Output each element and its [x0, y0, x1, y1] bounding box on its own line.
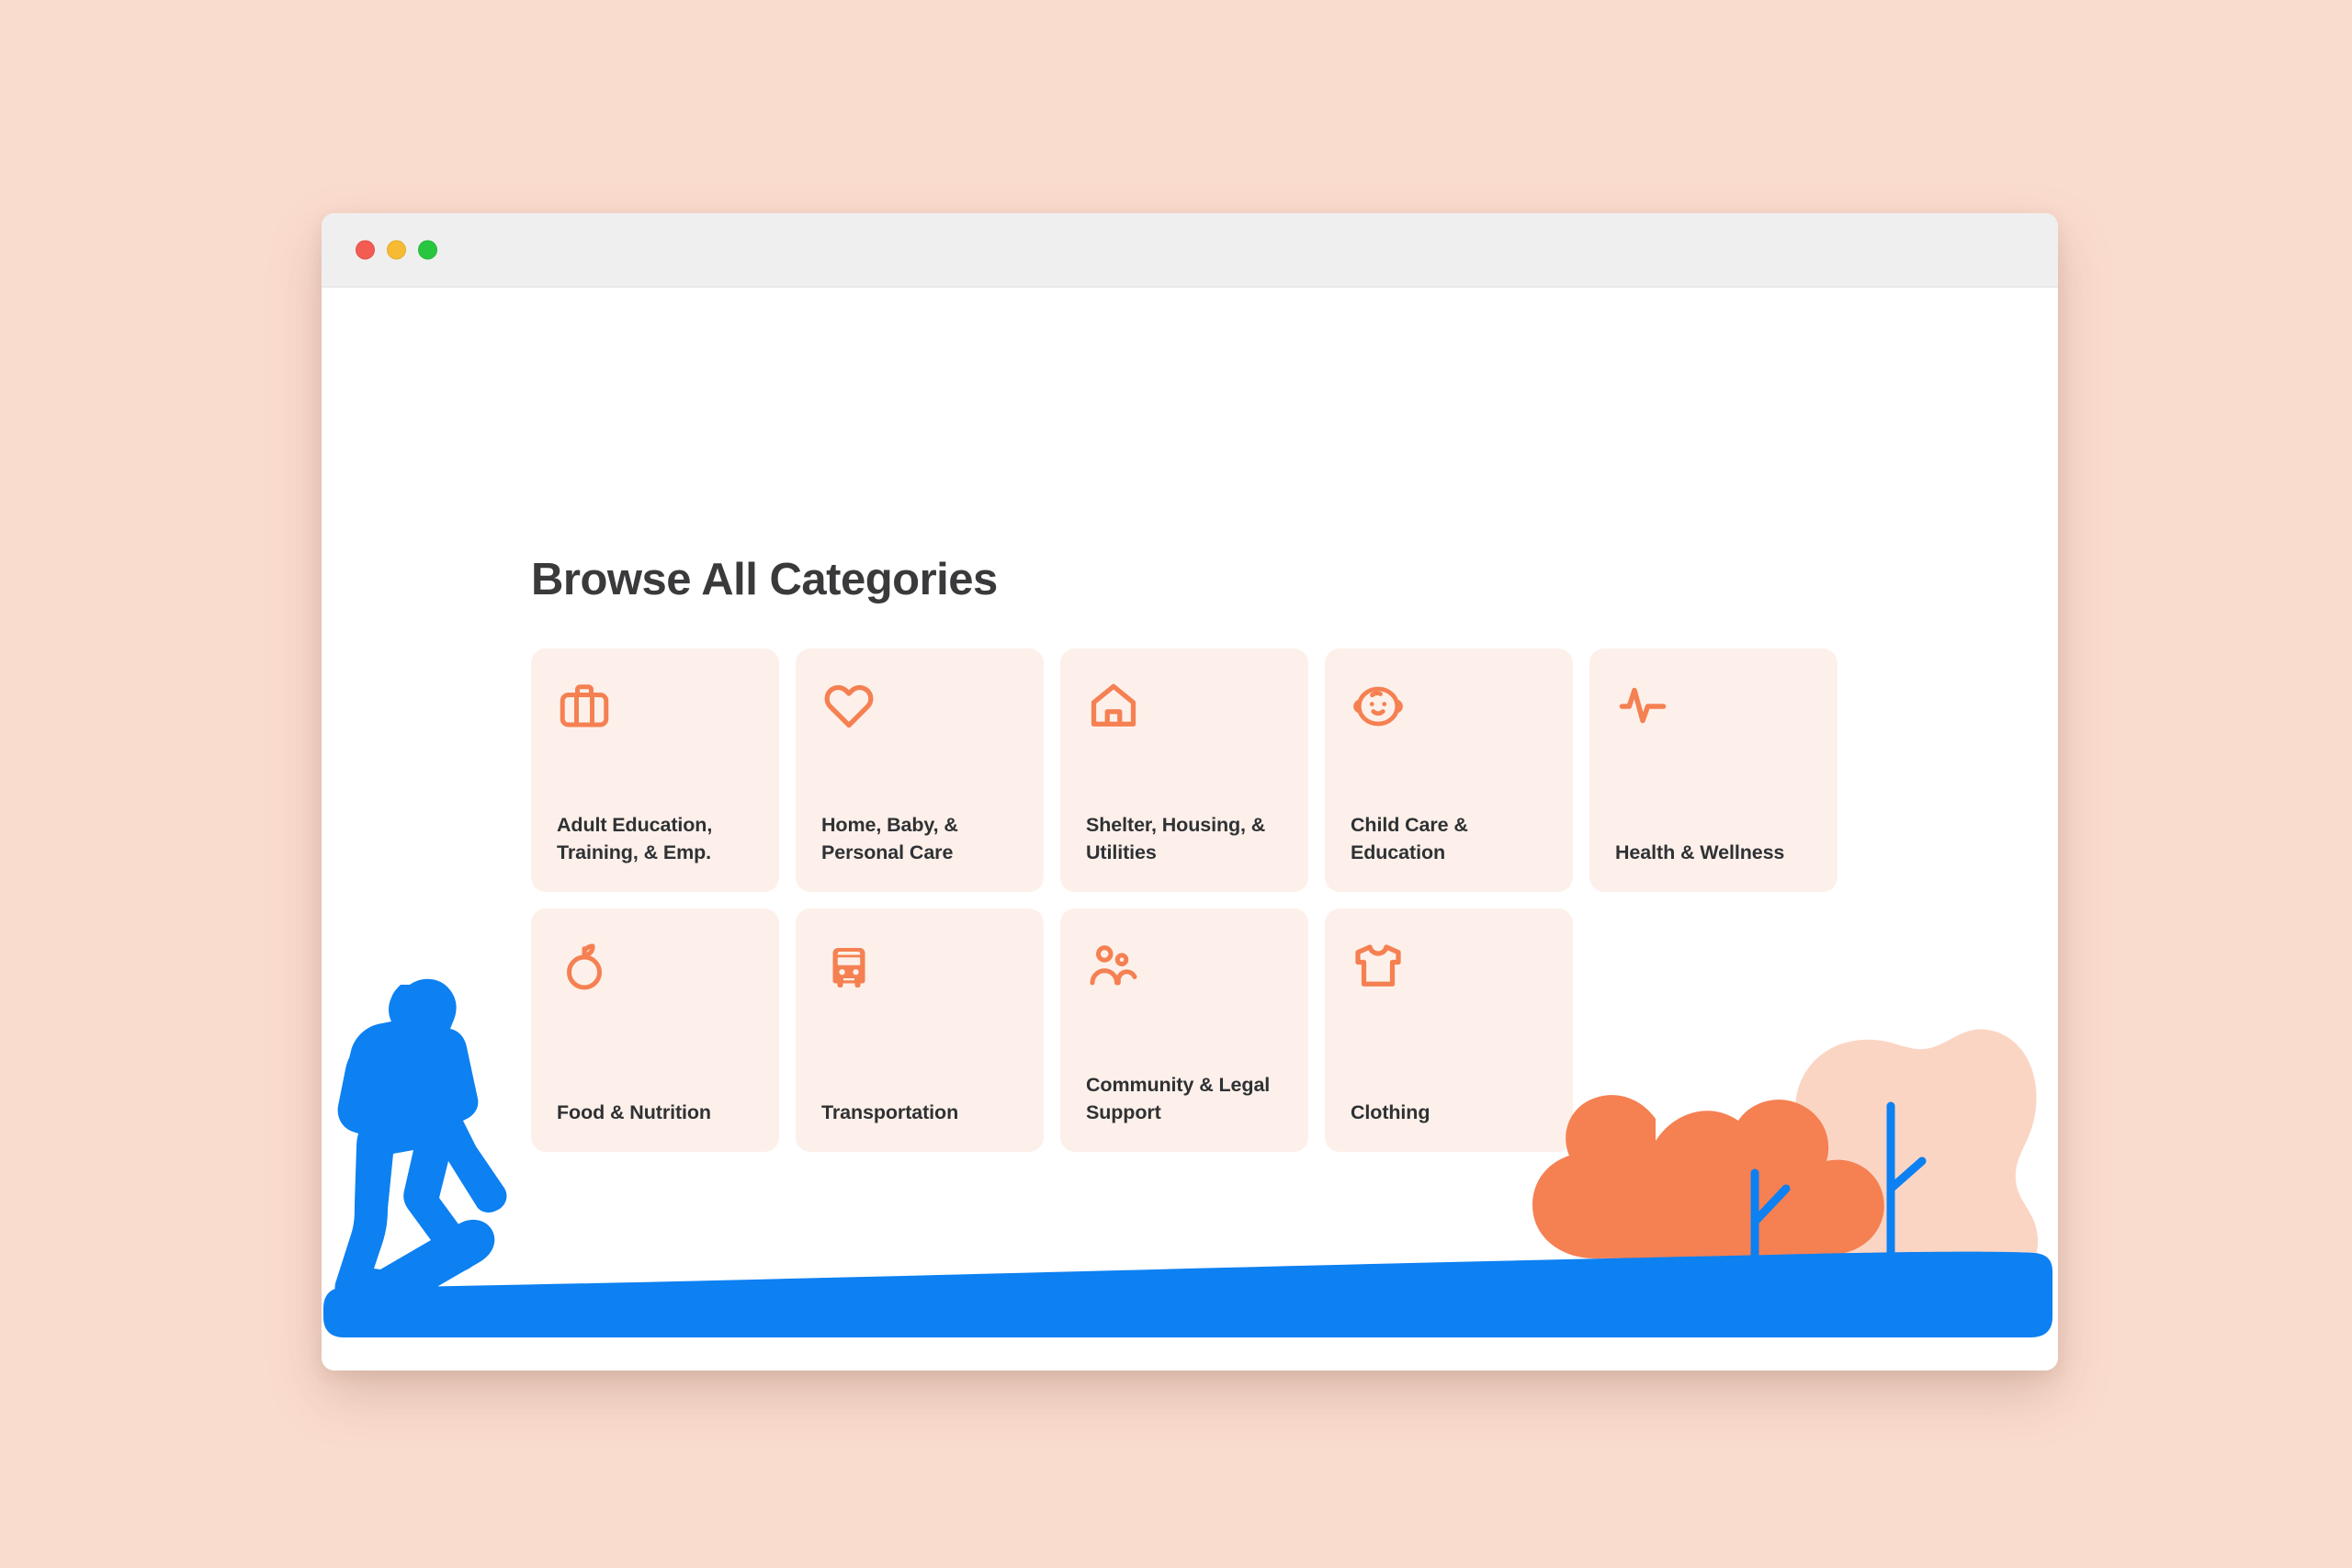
category-label: Community & Legal Support — [1086, 1073, 1271, 1123]
people-icon — [1086, 938, 1143, 995]
window-content: Browse All Categories Adult Education, T… — [322, 288, 2058, 1371]
category-card-community-legal-support[interactable]: Community & Legal Support — [1060, 908, 1308, 1152]
page-background: Browse All Categories Adult Education, T… — [0, 0, 2352, 1568]
category-grid: Adult Education, Training, & Emp. Home, … — [531, 649, 1845, 1152]
category-card-child-care-education[interactable]: Child Care & Education — [1325, 649, 1573, 892]
window-controls — [356, 240, 437, 260]
category-card-adult-education[interactable]: Adult Education, Training, & Emp. — [531, 649, 779, 892]
minimize-window-button[interactable] — [387, 240, 406, 260]
maximize-window-button[interactable] — [418, 240, 437, 260]
category-card-food-nutrition[interactable]: Food & Nutrition — [531, 908, 779, 1152]
category-card-shelter-housing-utilities[interactable]: Shelter, Housing, & Utilities — [1060, 649, 1308, 892]
house-icon — [1086, 678, 1143, 735]
category-card-transportation[interactable]: Transportation — [796, 908, 1044, 1152]
category-label: Home, Baby, & Personal Care — [821, 813, 958, 863]
bus-icon — [821, 938, 878, 995]
skateboarder-figure — [334, 978, 507, 1304]
baby-face-icon — [1351, 678, 1408, 735]
category-card-health-wellness[interactable]: Health & Wellness — [1589, 649, 1838, 892]
page-title: Browse All Categories — [531, 555, 998, 604]
window-titlebar — [322, 213, 2058, 288]
close-window-button[interactable] — [356, 240, 375, 260]
category-label: Food & Nutrition — [557, 1100, 711, 1123]
pulse-icon — [1615, 678, 1672, 735]
tshirt-icon — [1351, 938, 1408, 995]
ground-bar — [323, 1251, 2052, 1337]
category-label: Clothing — [1351, 1100, 1430, 1123]
category-card-clothing[interactable]: Clothing — [1325, 908, 1573, 1152]
category-label: Transportation — [821, 1100, 959, 1123]
category-label: Child Care & Education — [1351, 813, 1468, 863]
apple-icon — [557, 938, 614, 995]
category-card-home-baby-personal-care[interactable]: Home, Baby, & Personal Care — [796, 649, 1044, 892]
category-label: Adult Education, Training, & Emp. — [557, 813, 713, 863]
category-label: Shelter, Housing, & Utilities — [1086, 813, 1266, 863]
heart-icon — [821, 678, 878, 735]
skateboard-shape — [338, 1219, 495, 1312]
browser-window: Browse All Categories Adult Education, T… — [322, 213, 2058, 1371]
briefcase-icon — [557, 678, 614, 735]
category-label: Health & Wellness — [1615, 840, 1785, 863]
